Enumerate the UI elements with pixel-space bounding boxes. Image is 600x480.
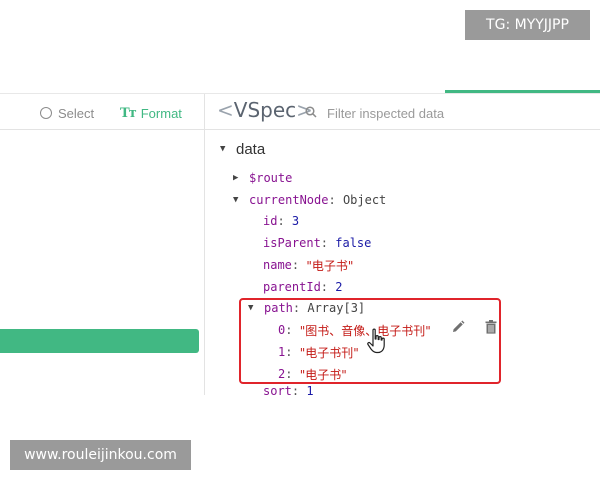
- tree-row-name[interactable]: name : "电子书": [263, 255, 353, 275]
- tree-row-parentid[interactable]: parentId : 2: [263, 277, 342, 297]
- selected-component-row[interactable]: [0, 329, 199, 353]
- property-value: 3: [291, 214, 300, 228]
- property-key: id: [263, 214, 278, 228]
- tree-row-isparent[interactable]: isParent : false: [263, 233, 371, 253]
- watermark-top: TG: MYYJJPP: [465, 10, 590, 40]
- property-key: isParent: [263, 236, 321, 250]
- tree-row-sort[interactable]: sort : 1: [263, 384, 314, 395]
- property-key: name: [263, 258, 292, 272]
- section-label: data: [236, 140, 266, 158]
- property-value: 2: [335, 280, 343, 294]
- property-value: "电子书": [306, 258, 354, 273]
- section-data-toggle[interactable]: ▼ data: [220, 139, 265, 159]
- property-value: false: [335, 236, 372, 250]
- format-button[interactable]: Tт Format: [120, 104, 182, 122]
- tree-row-route[interactable]: ▶ $route: [233, 168, 292, 188]
- watermark-bottom: www.rouleijinkou.com: [10, 440, 191, 470]
- hand-pointer-icon: [367, 328, 385, 354]
- text-format-icon: Tт: [120, 105, 137, 121]
- select-label: Select: [58, 105, 95, 121]
- property-key: parentId: [263, 280, 321, 294]
- component-tree-pane: Select Tт Format: [0, 94, 205, 395]
- search-icon: [305, 106, 317, 118]
- tree-row-currentnode[interactable]: ▼ currentNode : Object: [233, 190, 386, 210]
- property-key: sort: [263, 384, 292, 395]
- property-key: currentNode: [249, 193, 329, 207]
- property-value: Object: [342, 193, 387, 207]
- component-name: <VSpec>: [217, 98, 313, 122]
- format-label: Format: [140, 105, 182, 121]
- property-key: $route: [249, 171, 293, 185]
- circle-icon: [40, 107, 52, 119]
- tree-row-id[interactable]: id : 3: [263, 211, 299, 231]
- inspector-toolbar: <VSpec>: [205, 94, 600, 130]
- filter-input[interactable]: [327, 103, 587, 123]
- component-toolbar: Select Tт Format: [0, 94, 205, 130]
- select-button[interactable]: Select: [40, 104, 94, 122]
- property-value: 1: [306, 384, 314, 395]
